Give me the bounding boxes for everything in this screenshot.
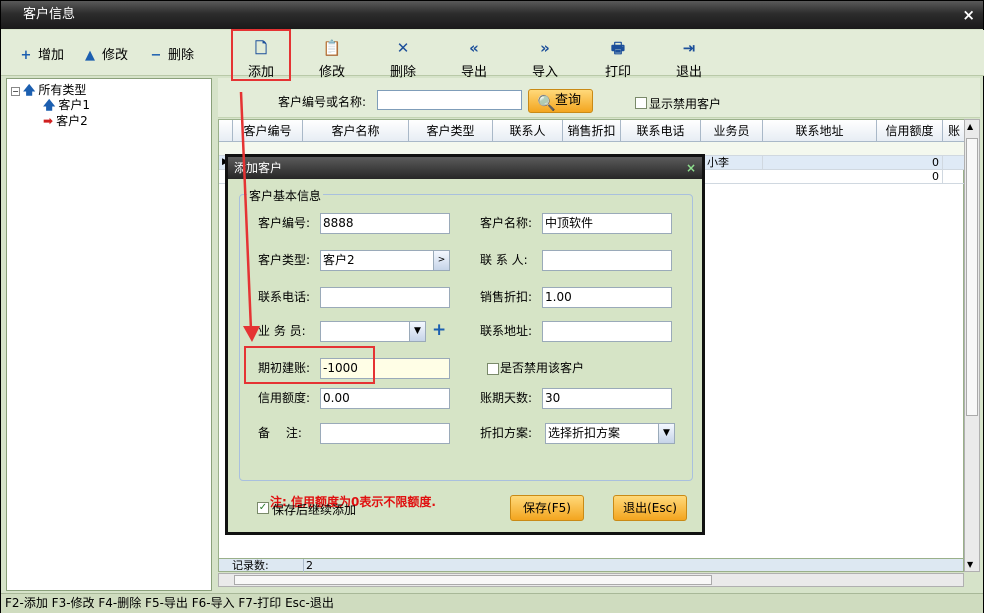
annotation-arrow xyxy=(239,91,260,342)
